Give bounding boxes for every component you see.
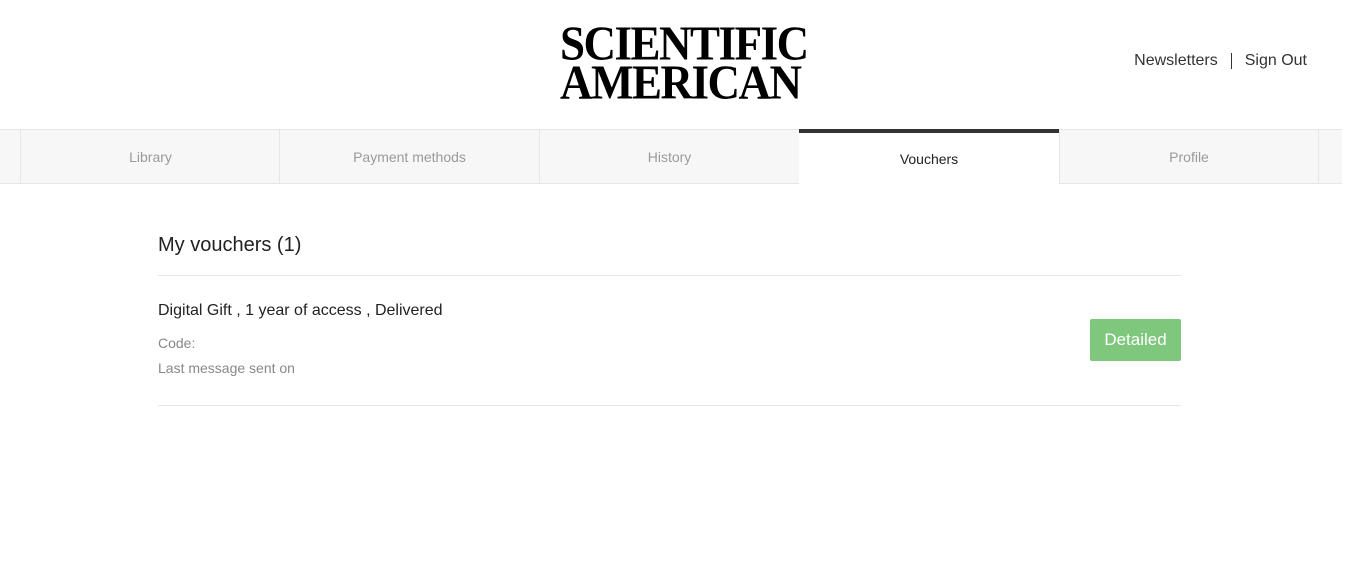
voucher-title: Digital Gift , 1 year of access , Delive…	[158, 302, 443, 319]
tab-profile[interactable]: Profile	[1059, 130, 1319, 184]
voucher-last-message-label: Last message sent on	[158, 360, 295, 376]
scientific-american-logo[interactable]: SCIENTIFIC AMERICAN	[560, 19, 809, 110]
logo-line-2: AMERICAN	[560, 55, 802, 110]
header-links: Newsletters Sign Out	[1134, 52, 1307, 70]
divider	[158, 405, 1181, 406]
site-header: SCIENTIFIC AMERICAN Newsletters Sign Out	[0, 0, 1350, 129]
tab-library[interactable]: Library	[20, 130, 280, 184]
sign-out-link[interactable]: Sign Out	[1245, 52, 1307, 70]
tab-history[interactable]: History	[539, 130, 799, 184]
detailed-button[interactable]: Detailed	[1090, 319, 1181, 361]
account-tabs: Library Payment methods History Vouchers…	[0, 129, 1342, 185]
link-separator	[1230, 53, 1232, 69]
newsletters-link[interactable]: Newsletters	[1134, 52, 1218, 70]
divider	[158, 275, 1181, 276]
page-title: My vouchers (1)	[158, 234, 302, 256]
voucher-code-label: Code:	[158, 335, 196, 351]
tab-vouchers[interactable]: Vouchers	[799, 129, 1059, 185]
tab-payment-methods[interactable]: Payment methods	[279, 130, 539, 184]
